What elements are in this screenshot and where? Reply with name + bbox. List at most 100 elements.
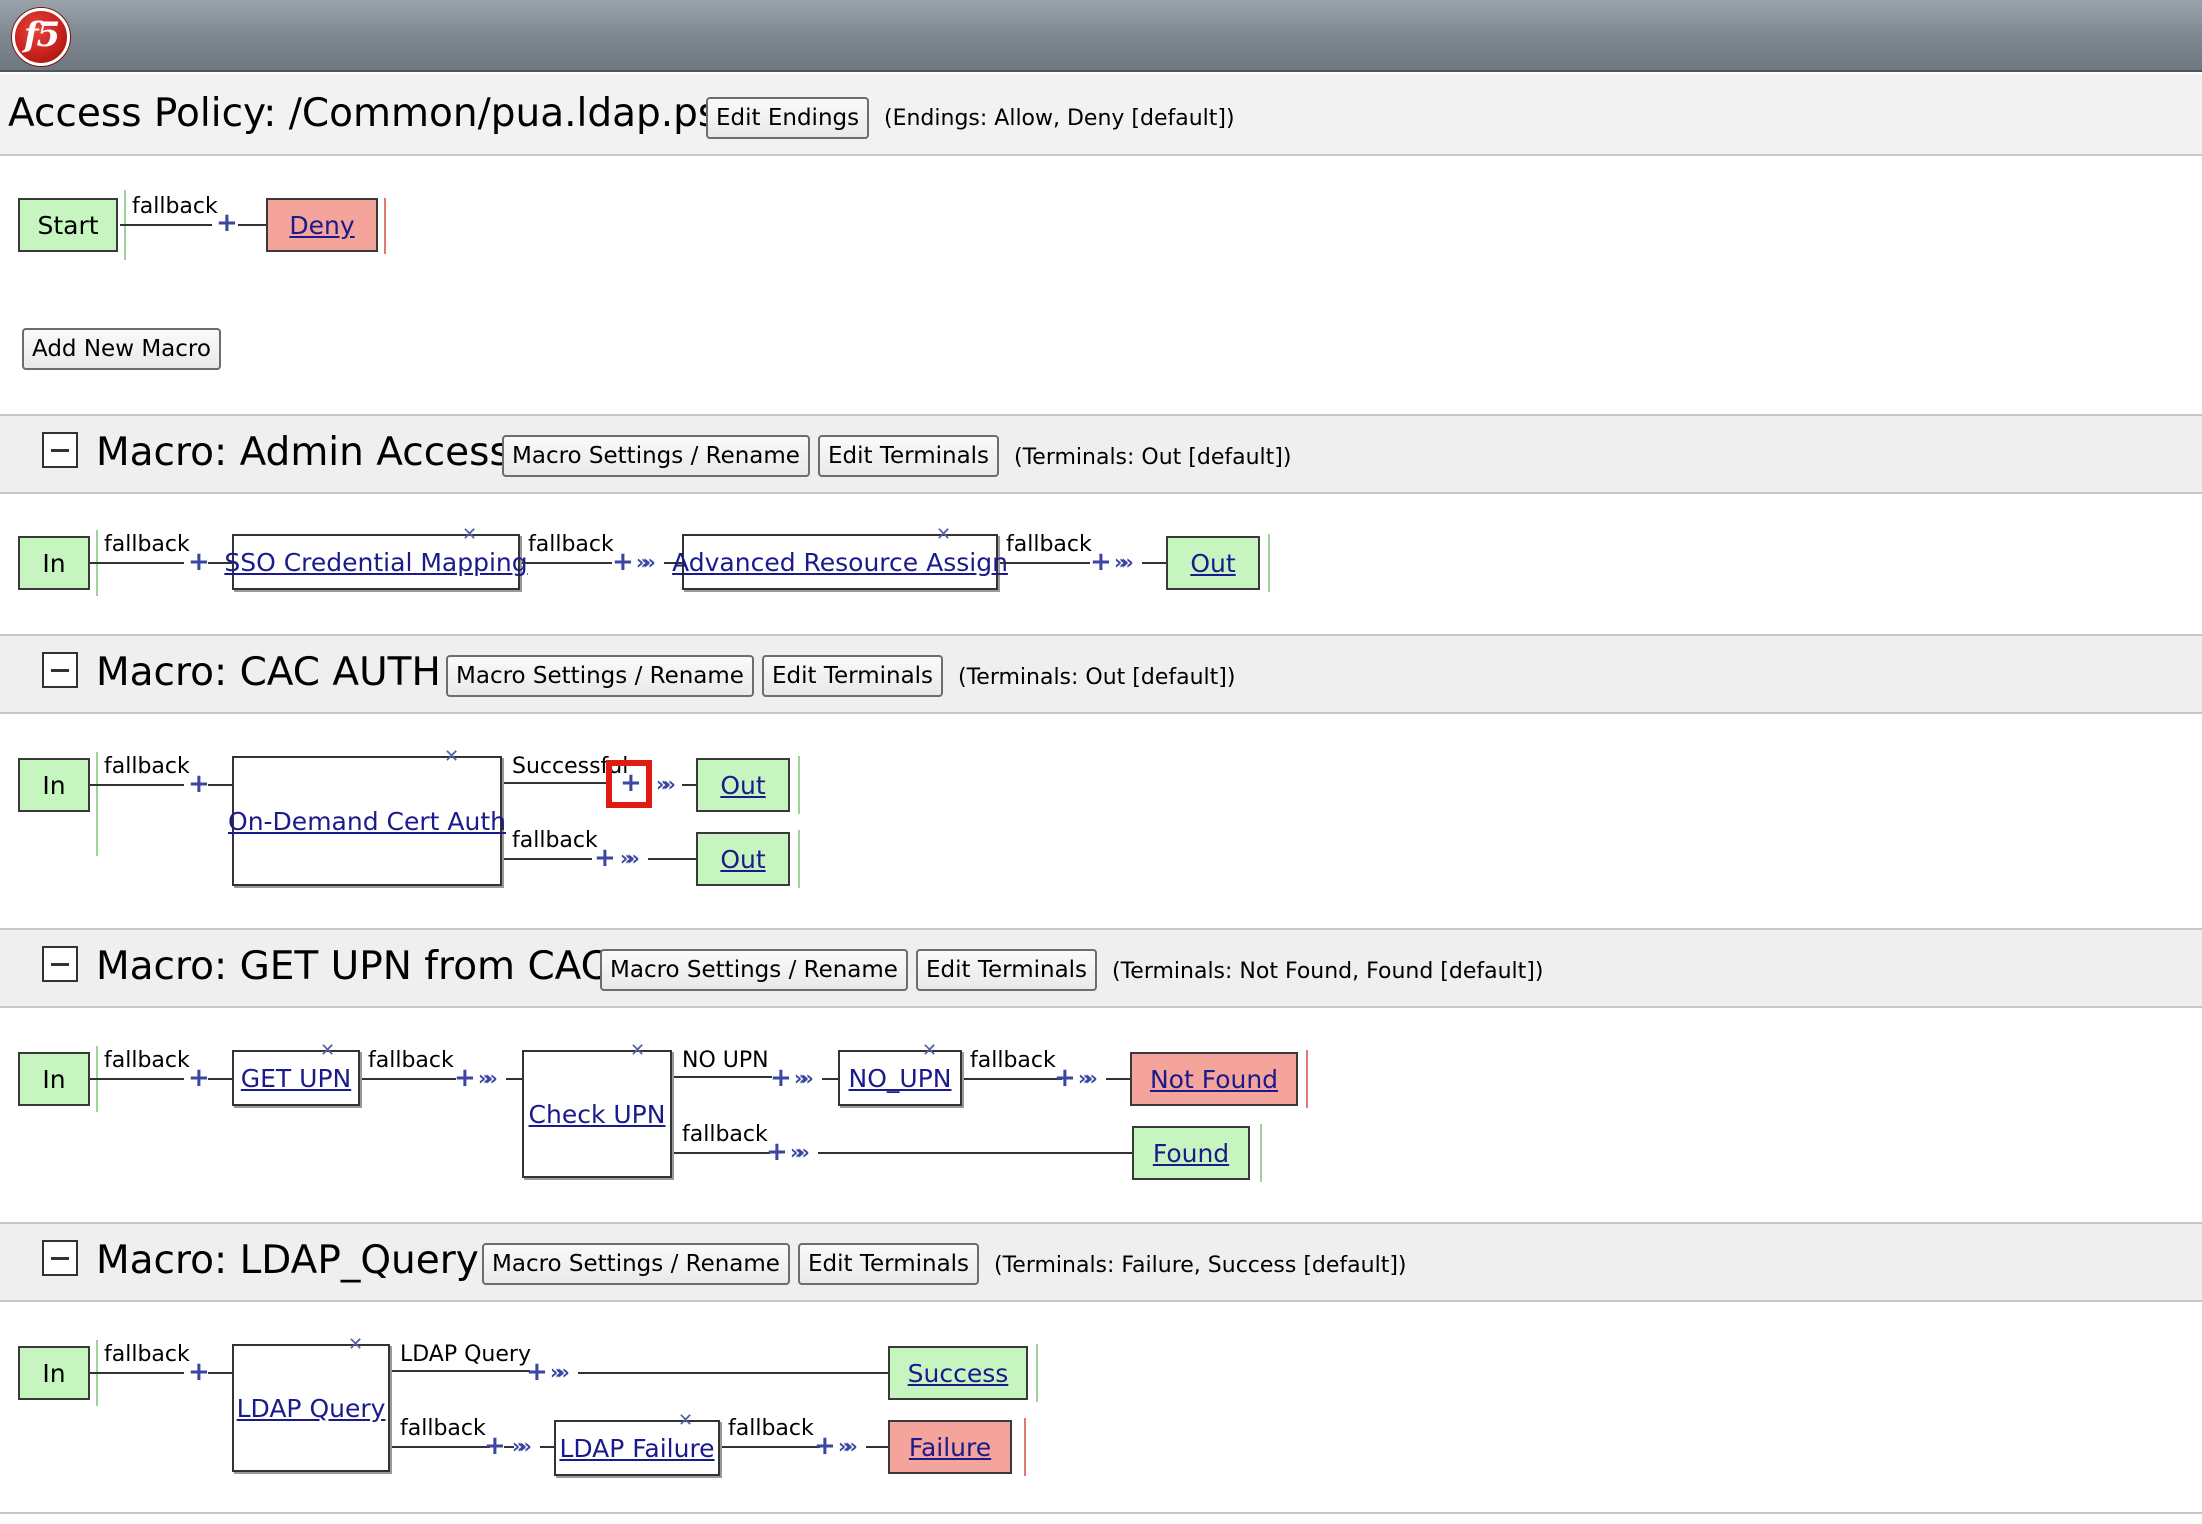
collapse-icon[interactable] bbox=[42, 432, 78, 468]
close-x-icon[interactable]: ✕ bbox=[444, 746, 459, 767]
plus-icon[interactable]: + bbox=[594, 845, 616, 871]
deny-ending[interactable]: Deny bbox=[266, 198, 378, 252]
double-chevron-right-icon: »» bbox=[512, 1434, 532, 1458]
sso-credential-mapping-link[interactable]: SSO Credential Mapping bbox=[224, 548, 527, 577]
advanced-resource-assign-link[interactable]: Advanced Resource Assign bbox=[672, 548, 1008, 577]
branch-label: fallback bbox=[368, 1048, 454, 1073]
close-x-icon[interactable]: ✕ bbox=[936, 524, 951, 545]
collapse-icon[interactable] bbox=[42, 1240, 78, 1276]
in-node: In bbox=[18, 1052, 90, 1106]
plus-icon[interactable]: + bbox=[484, 1433, 506, 1459]
action-node[interactable]: ✕ On-Demand Cert Auth bbox=[228, 746, 506, 886]
close-x-icon[interactable]: ✕ bbox=[462, 524, 477, 545]
double-chevron-right-icon: »» bbox=[550, 1360, 570, 1384]
out-terminal[interactable]: Out bbox=[1166, 536, 1260, 590]
branch-label: fallback bbox=[970, 1048, 1056, 1073]
plus-icon[interactable]: + bbox=[188, 549, 210, 575]
action-node[interactable]: ✕ LDAP Query bbox=[232, 1334, 390, 1472]
plus-icon[interactable]: + bbox=[188, 1359, 210, 1385]
action-node[interactable]: ✕ LDAP Failure bbox=[554, 1410, 720, 1476]
on-demand-cert-auth-link[interactable]: On-Demand Cert Auth bbox=[228, 807, 506, 836]
plus-icon[interactable]: + bbox=[814, 1433, 836, 1459]
macro-title: Macro: CAC AUTH bbox=[96, 650, 441, 695]
bottom-divider bbox=[0, 1512, 2202, 1514]
branch-label: fallback bbox=[104, 754, 190, 779]
get-upn-link[interactable]: GET UPN bbox=[241, 1064, 351, 1093]
deny-link[interactable]: Deny bbox=[289, 211, 354, 240]
plus-icon[interactable]: + bbox=[612, 549, 634, 575]
out-link[interactable]: Out bbox=[1190, 549, 1235, 578]
macro-settings-button[interactable]: Macro Settings / Rename bbox=[482, 1243, 790, 1285]
plus-icon[interactable]: + bbox=[1090, 549, 1112, 575]
macro-title: Macro: LDAP_Query bbox=[96, 1238, 479, 1283]
edit-terminals-button[interactable]: Edit Terminals bbox=[818, 435, 1000, 477]
ldap-query-link[interactable]: LDAP Query bbox=[237, 1394, 386, 1423]
no-upn-link[interactable]: NO_UPN bbox=[849, 1064, 952, 1093]
edit-terminals-button[interactable]: Edit Terminals bbox=[798, 1243, 980, 1285]
action-node[interactable]: ✕ Check UPN bbox=[522, 1040, 672, 1178]
double-chevron-right-icon: »» bbox=[1114, 550, 1134, 574]
branch-label: fallback bbox=[104, 1048, 190, 1073]
plus-icon[interactable]: + bbox=[770, 1065, 792, 1091]
macro-settings-button[interactable]: Macro Settings / Rename bbox=[502, 435, 810, 477]
close-x-icon[interactable]: ✕ bbox=[922, 1040, 937, 1061]
edit-endings-button[interactable]: Edit Endings bbox=[706, 97, 870, 139]
out-link[interactable]: Out bbox=[720, 845, 765, 874]
not-found-link[interactable]: Not Found bbox=[1150, 1065, 1278, 1094]
ldap-failure-link[interactable]: LDAP Failure bbox=[559, 1434, 714, 1463]
plus-icon[interactable]: + bbox=[454, 1065, 476, 1091]
found-terminal[interactable]: Found bbox=[1132, 1126, 1250, 1180]
failure-terminal[interactable]: Failure bbox=[888, 1420, 1012, 1474]
found-link[interactable]: Found bbox=[1153, 1139, 1229, 1168]
double-chevron-right-icon: »» bbox=[794, 1066, 814, 1090]
action-node[interactable]: ✕ GET UPN bbox=[232, 1040, 360, 1106]
plus-icon[interactable]: + bbox=[620, 770, 642, 796]
collapse-icon[interactable] bbox=[42, 652, 78, 688]
success-terminal[interactable]: Success bbox=[888, 1346, 1028, 1400]
f5-logo[interactable]: f5 bbox=[12, 8, 70, 66]
logo-text: f5 bbox=[23, 15, 60, 55]
double-chevron-right-icon: »» bbox=[790, 1140, 810, 1164]
success-link[interactable]: Success bbox=[908, 1359, 1009, 1388]
edit-terminals-button[interactable]: Edit Terminals bbox=[916, 949, 1098, 991]
terminals-note: (Terminals: Out [default]) bbox=[958, 665, 1236, 690]
close-x-icon[interactable]: ✕ bbox=[678, 1410, 693, 1431]
branch-label: fallback bbox=[512, 828, 598, 853]
branch-label: fallback bbox=[728, 1416, 814, 1441]
terminals-note: (Terminals: Not Found, Found [default]) bbox=[1112, 959, 1544, 984]
terminals-note: (Terminals: Failure, Success [default]) bbox=[994, 1253, 1407, 1278]
close-x-icon[interactable]: ✕ bbox=[348, 1334, 363, 1355]
top-banner: f5 bbox=[0, 0, 2202, 72]
plus-icon[interactable]: + bbox=[188, 1065, 210, 1091]
out-terminal[interactable]: Out bbox=[696, 758, 790, 812]
add-new-macro-button[interactable]: Add New Macro bbox=[22, 328, 221, 370]
plus-icon[interactable]: + bbox=[216, 210, 238, 236]
branch-label: fallback bbox=[132, 194, 218, 219]
edit-terminals-button[interactable]: Edit Terminals bbox=[762, 655, 944, 697]
not-found-terminal[interactable]: Not Found bbox=[1130, 1052, 1298, 1106]
in-node: In bbox=[18, 536, 90, 590]
action-node[interactable]: ✕ Advanced Resource Assign bbox=[672, 524, 1008, 590]
action-node[interactable]: ✕ NO_UPN bbox=[838, 1040, 962, 1106]
plus-icon[interactable]: + bbox=[188, 771, 210, 797]
failure-link[interactable]: Failure bbox=[909, 1433, 991, 1462]
macro-settings-button[interactable]: Macro Settings / Rename bbox=[446, 655, 754, 697]
action-node[interactable]: ✕ SSO Credential Mapping bbox=[224, 524, 528, 590]
branch-label: fallback bbox=[104, 1342, 190, 1367]
out-link[interactable]: Out bbox=[720, 771, 765, 800]
plus-icon[interactable]: + bbox=[766, 1139, 788, 1165]
macro-title: Macro: GET UPN from CAC bbox=[96, 944, 608, 989]
close-x-icon[interactable]: ✕ bbox=[630, 1040, 645, 1061]
branch-label: fallback bbox=[528, 532, 614, 557]
terminals-note: (Terminals: Out [default]) bbox=[1014, 445, 1292, 470]
out-terminal[interactable]: Out bbox=[696, 832, 790, 886]
in-node: In bbox=[18, 1346, 90, 1400]
plus-icon[interactable]: + bbox=[1054, 1065, 1076, 1091]
close-x-icon[interactable]: ✕ bbox=[320, 1040, 335, 1061]
endings-note: (Endings: Allow, Deny [default]) bbox=[884, 106, 1235, 131]
branch-label: fallback bbox=[400, 1416, 486, 1441]
collapse-icon[interactable] bbox=[42, 946, 78, 982]
macro-settings-button[interactable]: Macro Settings / Rename bbox=[600, 949, 908, 991]
plus-icon[interactable]: + bbox=[526, 1359, 548, 1385]
check-upn-link[interactable]: Check UPN bbox=[529, 1100, 666, 1129]
